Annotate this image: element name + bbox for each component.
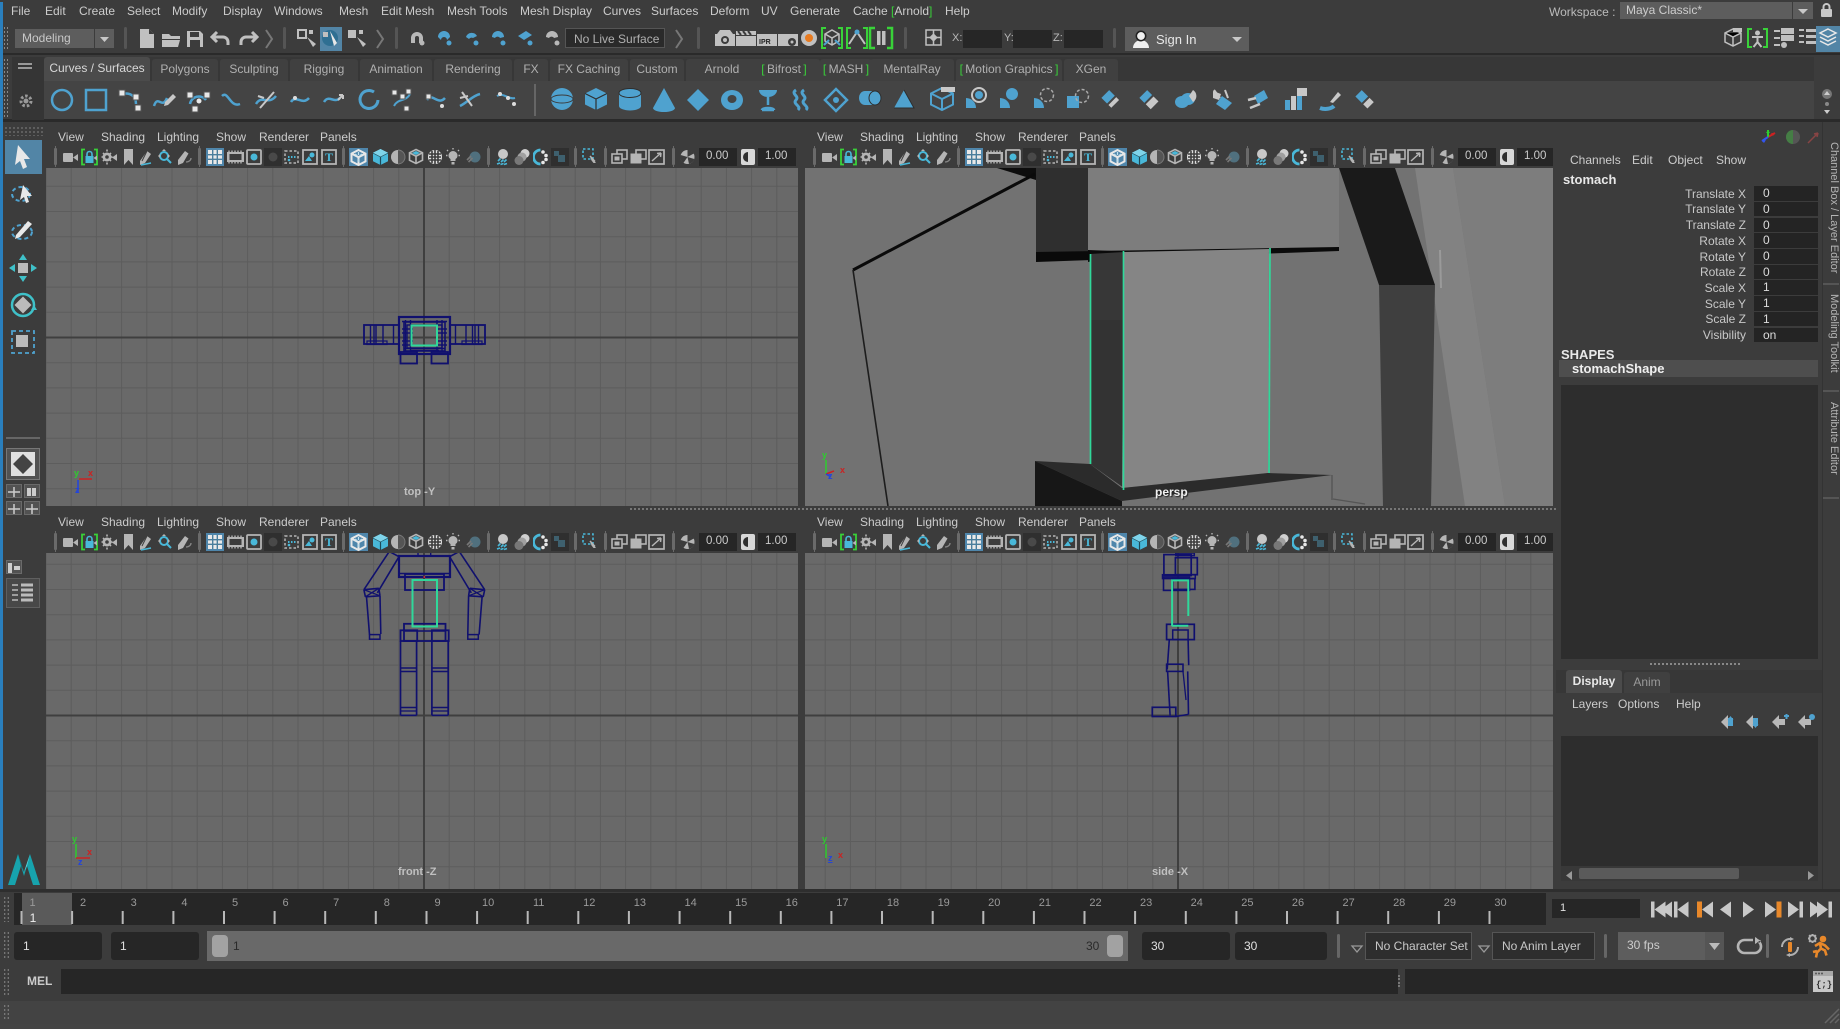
svg-text:25: 25 — [1241, 897, 1253, 909]
svg-text:17: 17 — [836, 897, 848, 909]
svg-text:T: T — [325, 535, 333, 549]
svg-text:14: 14 — [684, 897, 696, 909]
svg-text:T: T — [1084, 535, 1092, 549]
svg-text:1: 1 — [30, 911, 37, 925]
svg-text:y: y — [74, 468, 79, 478]
svg-text:y: y — [822, 450, 827, 460]
svg-text:21: 21 — [1039, 897, 1051, 909]
svg-text:3: 3 — [131, 897, 137, 909]
svg-text:27: 27 — [1342, 897, 1354, 909]
svg-text:23: 23 — [1140, 897, 1152, 909]
svg-text:15: 15 — [735, 897, 747, 909]
svg-text:20: 20 — [988, 897, 1000, 909]
svg-text:T: T — [325, 150, 333, 164]
svg-text:z: z — [78, 857, 83, 866]
svg-text:8: 8 — [384, 897, 390, 909]
svg-text:10: 10 — [482, 897, 494, 909]
svg-text:28: 28 — [1393, 897, 1405, 909]
svg-text:16: 16 — [786, 897, 798, 909]
svg-text:30: 30 — [1494, 897, 1506, 909]
svg-text:5: 5 — [232, 897, 238, 909]
svg-text:z: z — [75, 485, 80, 495]
svg-text:7: 7 — [333, 897, 339, 909]
svg-text:19: 19 — [938, 897, 950, 909]
svg-text:11: 11 — [533, 897, 544, 909]
svg-text:y: y — [822, 834, 827, 844]
svg-text:18: 18 — [887, 897, 899, 909]
svg-text:{;}: {;} — [1816, 980, 1832, 990]
svg-text:z: z — [828, 853, 833, 863]
svg-text:x: x — [88, 468, 93, 478]
svg-text:z: z — [828, 471, 833, 481]
svg-text:y: y — [72, 834, 77, 844]
svg-text:4: 4 — [181, 897, 187, 909]
svg-text:9: 9 — [434, 897, 440, 909]
svg-text:1: 1 — [29, 897, 35, 909]
svg-text:x: x — [87, 847, 92, 857]
svg-text:12: 12 — [583, 897, 595, 909]
svg-text:24: 24 — [1191, 897, 1203, 909]
svg-text:2: 2 — [80, 897, 86, 909]
svg-text:IPR: IPR — [759, 39, 771, 46]
svg-text:x: x — [840, 465, 845, 475]
svg-text:13: 13 — [634, 897, 646, 909]
svg-text:6: 6 — [283, 897, 289, 909]
svg-text:x: x — [838, 850, 843, 860]
svg-text:26: 26 — [1292, 897, 1304, 909]
svg-text:T: T — [1084, 150, 1092, 164]
svg-text:29: 29 — [1444, 897, 1456, 909]
svg-text:22: 22 — [1089, 897, 1101, 909]
